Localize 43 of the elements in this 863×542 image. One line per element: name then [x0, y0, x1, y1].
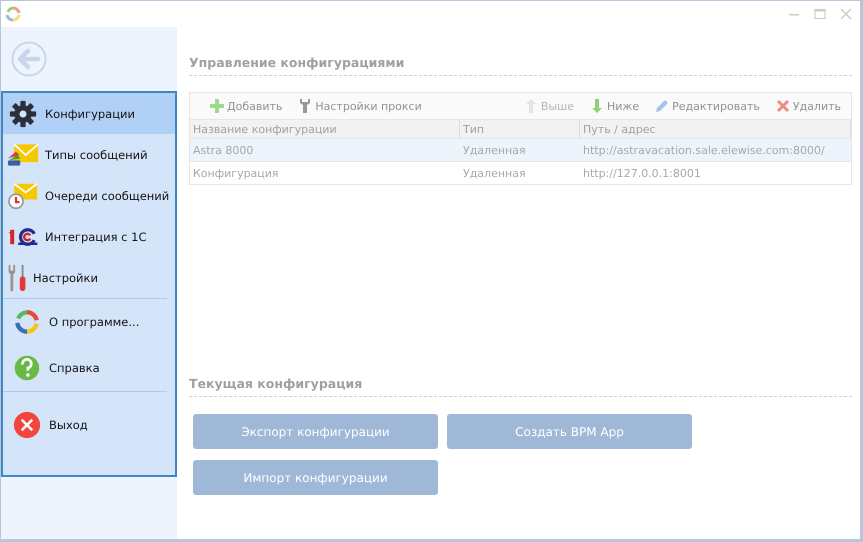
close-icon — [11, 411, 43, 439]
action-button[interactable]: Создать BPM App — [447, 414, 692, 449]
maximize-icon[interactable] — [814, 8, 826, 20]
wrench-icon — [298, 99, 312, 113]
pencil-icon — [655, 99, 670, 113]
table-cell-text: http://127.0.0.1:8001 — [582, 166, 702, 182]
sidebar-item[interactable]: Выход — [3, 392, 167, 458]
toolbar-button[interactable]: Удалить — [770, 99, 847, 113]
table-cell-text: http://astravacation.sale.elewise.com:8000/ — [582, 142, 826, 158]
table-cell-text: Удаленная — [462, 166, 527, 182]
toolbar-button[interactable]: Редактировать — [649, 99, 766, 113]
sidebar-item[interactable]: Справка — [3, 345, 167, 391]
toolbar-button[interactable]: Настройки прокси — [292, 99, 428, 113]
close-icon[interactable] — [840, 8, 852, 20]
envelope-icon — [7, 140, 39, 168]
sidebar-item[interactable]: Очереди сообщений — [3, 175, 175, 216]
column-header[interactable]: Тип — [460, 120, 580, 138]
table-row[interactable]: Конфигурация Удаленная http://127.0.0.1:8001 — [190, 162, 851, 185]
table-cell-text: Удаленная — [462, 142, 527, 158]
back-button[interactable] — [11, 41, 47, 77]
action-button[interactable]: Импорт конфигурации — [193, 460, 438, 495]
section-title: Управление конфигурациями — [189, 55, 852, 76]
delete-icon — [776, 99, 790, 113]
sidebar-item[interactable]: Типы сообщений — [3, 134, 175, 175]
section-title: Текущая конфигурация — [189, 376, 852, 397]
sidebar-item[interactable]: Интеграция с 1С — [3, 216, 175, 257]
table-cell-text: Конфигурация — [192, 166, 280, 182]
column-header[interactable]: Название конфигурации — [190, 120, 460, 138]
sidebar-item[interactable]: Настройки — [3, 257, 175, 298]
action-button[interactable]: Экспорт конфигурации — [193, 414, 438, 449]
table-cell-text: Astra 8000 — [192, 142, 254, 158]
sidebar-item[interactable]: Конфигурации — [3, 93, 175, 134]
table-row[interactable]: Astra 8000 Удаленная http://astravacation.sale.elewise.com:8000/ — [190, 139, 851, 162]
envelope-clock-icon — [7, 182, 39, 210]
column-header[interactable]: Путь / адрес — [580, 120, 851, 138]
tools-icon — [7, 264, 27, 292]
app-logo-icon — [5, 6, 21, 22]
down-arrow-icon — [590, 99, 604, 113]
gear-icon — [7, 100, 39, 128]
plus-icon — [210, 99, 224, 113]
toolbar-button[interactable]: Ниже — [584, 99, 646, 113]
sidebar-item[interactable]: О программе... — [3, 299, 167, 345]
toolbar-button[interactable]: Добавить — [204, 99, 288, 113]
